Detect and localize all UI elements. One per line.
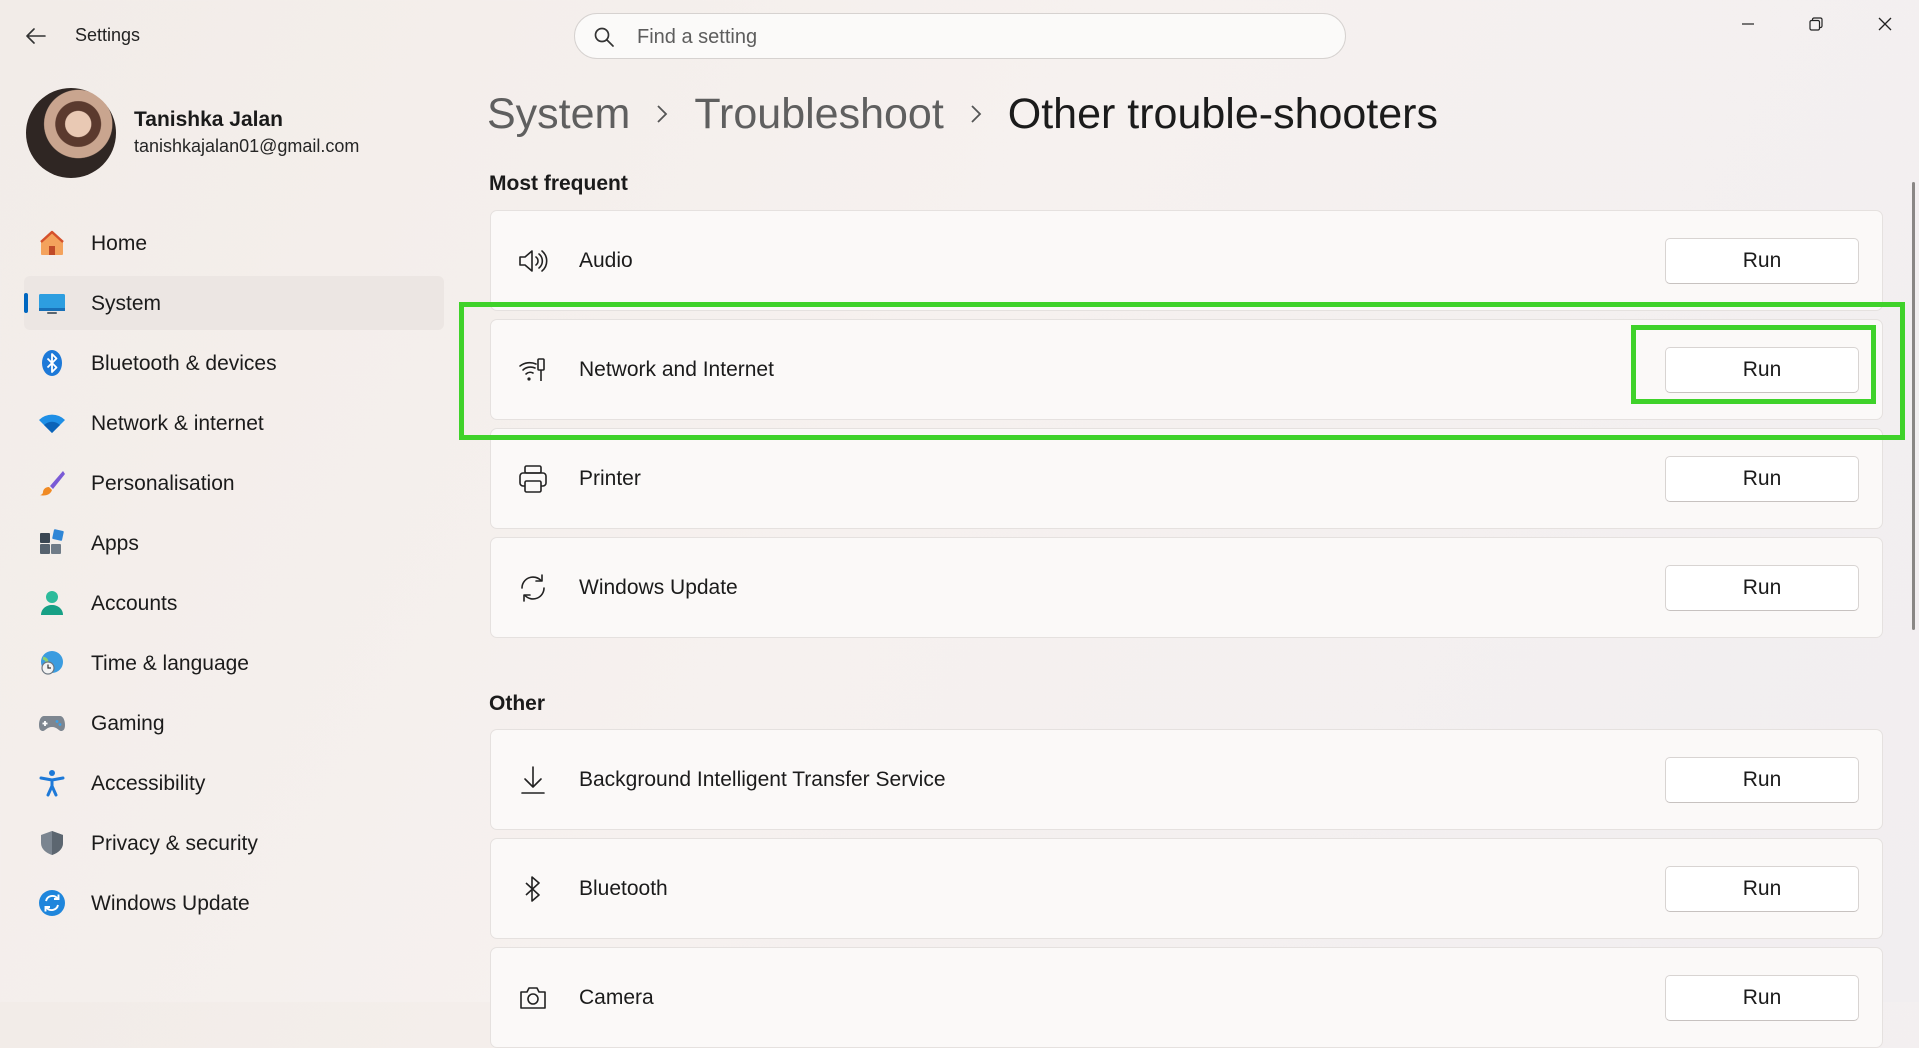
back-arrow-icon <box>26 28 46 44</box>
troubleshooter-card-windows-update: Windows Update Run <box>490 537 1883 638</box>
sidebar-item-windows-update[interactable]: Windows Update <box>24 876 444 930</box>
search-box[interactable] <box>574 13 1346 59</box>
globe-clock-icon <box>41 651 63 675</box>
sidebar-nav: Home System Bluetooth & devices Network … <box>24 216 444 936</box>
troubleshooter-card-camera: Camera Run <box>490 947 1883 1048</box>
run-bits-button[interactable]: Run <box>1665 757 1859 803</box>
troubleshooter-card-bluetooth: Bluetooth Run <box>490 838 1883 939</box>
scrollbar-thumb[interactable] <box>1912 182 1915 630</box>
breadcrumb-system[interactable]: System <box>487 90 630 139</box>
minimize-icon <box>1742 23 1754 25</box>
scrollbar[interactable] <box>1912 70 1917 1002</box>
app-title: Settings <box>75 25 141 45</box>
troubleshooter-card-audio: Audio Run <box>490 210 1883 311</box>
sidebar-item-label: System <box>91 292 162 315</box>
network-icon <box>519 358 545 381</box>
title-bar: Settings <box>0 0 1919 72</box>
sidebar-item-network[interactable]: Network & internet <box>24 396 444 450</box>
sidebar-item-home[interactable]: Home <box>24 216 444 270</box>
update-icon <box>39 890 65 916</box>
chevron-right-icon <box>944 94 1008 134</box>
sidebar-item-label: Gaming <box>91 712 165 735</box>
minimize-button[interactable] <box>1718 8 1778 40</box>
sidebar-item-accessibility[interactable]: Accessibility <box>24 756 444 810</box>
sidebar-item-label: Personalisation <box>91 472 235 495</box>
sidebar-item-label: Windows Update <box>91 892 250 915</box>
troubleshooter-label: Background Intelligent Transfer Service <box>579 768 946 791</box>
gamepad-icon <box>39 716 65 731</box>
printer-icon <box>519 465 547 493</box>
system-icon <box>39 294 65 314</box>
troubleshooter-label: Windows Update <box>579 576 738 599</box>
sidebar-item-time-language[interactable]: Time & language <box>24 636 444 690</box>
sidebar-item-personalisation[interactable]: Personalisation <box>24 456 444 510</box>
sidebar-item-privacy[interactable]: Privacy & security <box>24 816 444 870</box>
run-printer-button[interactable]: Run <box>1665 456 1859 502</box>
troubleshooter-label: Network and Internet <box>579 358 774 381</box>
wifi-icon <box>39 414 65 433</box>
sidebar-item-gaming[interactable]: Gaming <box>24 696 444 750</box>
page-title: Other trouble-shooters <box>1007 89 1438 138</box>
bluetooth-icon <box>525 876 540 902</box>
sidebar-item-label: Apps <box>91 532 139 555</box>
run-bluetooth-button[interactable]: Run <box>1665 866 1859 912</box>
section-title-most-frequent: Most frequent <box>489 172 628 195</box>
shield-icon <box>41 831 63 855</box>
sidebar-item-bluetooth[interactable]: Bluetooth & devices <box>24 336 444 390</box>
troubleshooter-label: Printer <box>579 467 641 490</box>
search-input[interactable] <box>635 22 1319 52</box>
sidebar-item-label: Accounts <box>91 592 178 615</box>
troubleshooter-label: Audio <box>579 249 633 272</box>
apps-icon <box>40 529 64 554</box>
troubleshooter-card-printer: Printer Run <box>490 428 1883 529</box>
sidebar-item-accounts[interactable]: Accounts <box>24 576 444 630</box>
avatar[interactable] <box>26 88 116 178</box>
troubleshooter-card-bits: Background Intelligent Transfer Service … <box>490 729 1883 830</box>
profile-name: Tanishka Jalan <box>134 108 284 131</box>
run-camera-button[interactable]: Run <box>1665 975 1859 1021</box>
close-button[interactable] <box>1855 8 1915 40</box>
sidebar-item-system[interactable]: System <box>24 276 444 330</box>
troubleshooter-label: Camera <box>579 986 654 1009</box>
bluetooth-icon <box>42 350 62 376</box>
sidebar-item-label: Privacy & security <box>91 832 258 855</box>
brush-icon <box>40 471 65 496</box>
close-icon <box>1878 17 1892 31</box>
sidebar-item-label: Time & language <box>91 652 249 675</box>
camera-icon <box>520 987 546 1009</box>
sidebar-item-label: Network & internet <box>91 412 264 435</box>
section-title-other: Other <box>489 692 546 715</box>
run-windows-update-button[interactable]: Run <box>1665 565 1859 611</box>
troubleshooter-label: Bluetooth <box>579 877 668 900</box>
run-audio-button[interactable]: Run <box>1665 238 1859 284</box>
breadcrumb: System Troubleshoot Other trouble-shoote… <box>487 86 1438 142</box>
profile-email: tanishkajalan01@gmail.com <box>134 136 360 156</box>
home-icon <box>40 230 64 255</box>
chevron-right-icon <box>630 94 694 134</box>
restore-button[interactable] <box>1786 8 1846 40</box>
sidebar-item-apps[interactable]: Apps <box>24 516 444 570</box>
speaker-icon <box>519 250 548 272</box>
breadcrumb-troubleshoot[interactable]: Troubleshoot <box>694 90 943 139</box>
person-icon <box>41 591 63 615</box>
accessibility-icon <box>39 770 65 797</box>
restore-icon <box>1809 17 1823 31</box>
download-icon <box>521 766 545 794</box>
run-network-button[interactable]: Run <box>1665 347 1859 393</box>
refresh-icon <box>521 574 545 602</box>
back-button[interactable] <box>18 20 54 52</box>
sidebar-item-label: Home <box>91 232 148 255</box>
sidebar-item-label: Bluetooth & devices <box>91 352 277 375</box>
sidebar-item-label: Accessibility <box>91 772 206 795</box>
search-icon <box>594 27 614 47</box>
troubleshooter-card-network: Network and Internet Run <box>490 319 1883 420</box>
